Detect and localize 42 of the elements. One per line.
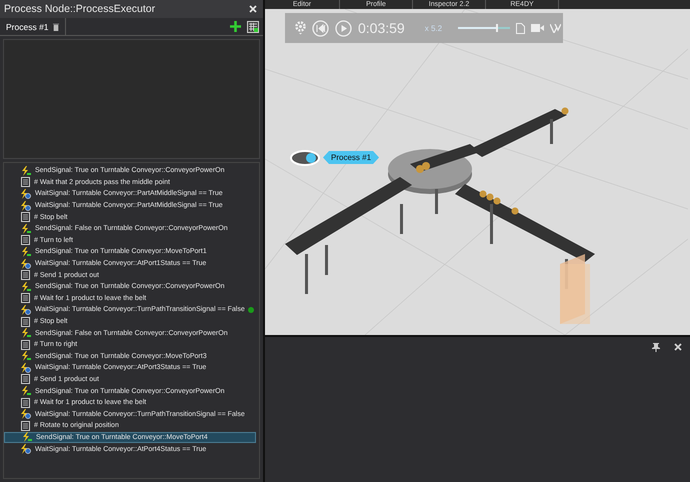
lightning-icon xyxy=(21,166,31,176)
lightning-clock-icon xyxy=(21,444,31,454)
lightning-clock-icon xyxy=(21,362,31,373)
note-icon xyxy=(21,316,30,327)
close-icon[interactable] xyxy=(249,5,257,13)
lightning-icon xyxy=(21,351,31,362)
panel-title: Process Node::ProcessExecutor xyxy=(4,3,156,15)
note-icon xyxy=(21,177,30,188)
note-icon xyxy=(21,235,30,246)
note-icon xyxy=(21,374,30,384)
lightning-clock-icon xyxy=(21,258,31,269)
close-icon[interactable] xyxy=(674,343,682,351)
process-label[interactable]: Process #1 xyxy=(323,151,380,164)
trash-icon[interactable] xyxy=(52,22,59,30)
note-icon xyxy=(21,420,30,431)
settings-icon[interactable] xyxy=(295,21,306,35)
time-display: 0:03:59 xyxy=(358,20,405,36)
note-icon xyxy=(21,270,30,280)
note-icon xyxy=(21,212,30,222)
lightning-clock-icon xyxy=(21,200,31,211)
add-icon[interactable] xyxy=(230,21,241,32)
note-icon xyxy=(21,293,30,304)
lightning-icon xyxy=(22,432,32,442)
lightning-clock-icon xyxy=(21,304,31,315)
rewind-icon[interactable] xyxy=(312,20,329,36)
lightning-icon xyxy=(21,328,31,338)
speed-label: x 5.2 xyxy=(424,24,442,32)
note-icon xyxy=(21,340,30,350)
grid-icon[interactable] xyxy=(247,20,259,32)
pin-icon[interactable] xyxy=(652,343,660,352)
lightning-clock-icon xyxy=(21,409,31,420)
lightning-icon xyxy=(21,386,31,396)
video-camera-icon[interactable] xyxy=(531,24,544,32)
note-icon xyxy=(21,398,30,408)
lightning-clock-icon xyxy=(21,188,31,199)
slider-handle[interactable] xyxy=(496,24,498,32)
lightning-icon xyxy=(21,246,31,257)
lightning-icon xyxy=(21,282,31,292)
v-logo-icon[interactable] xyxy=(550,24,562,32)
lightning-icon xyxy=(21,224,31,234)
document-icon[interactable] xyxy=(516,22,526,34)
play-icon[interactable] xyxy=(335,20,352,36)
